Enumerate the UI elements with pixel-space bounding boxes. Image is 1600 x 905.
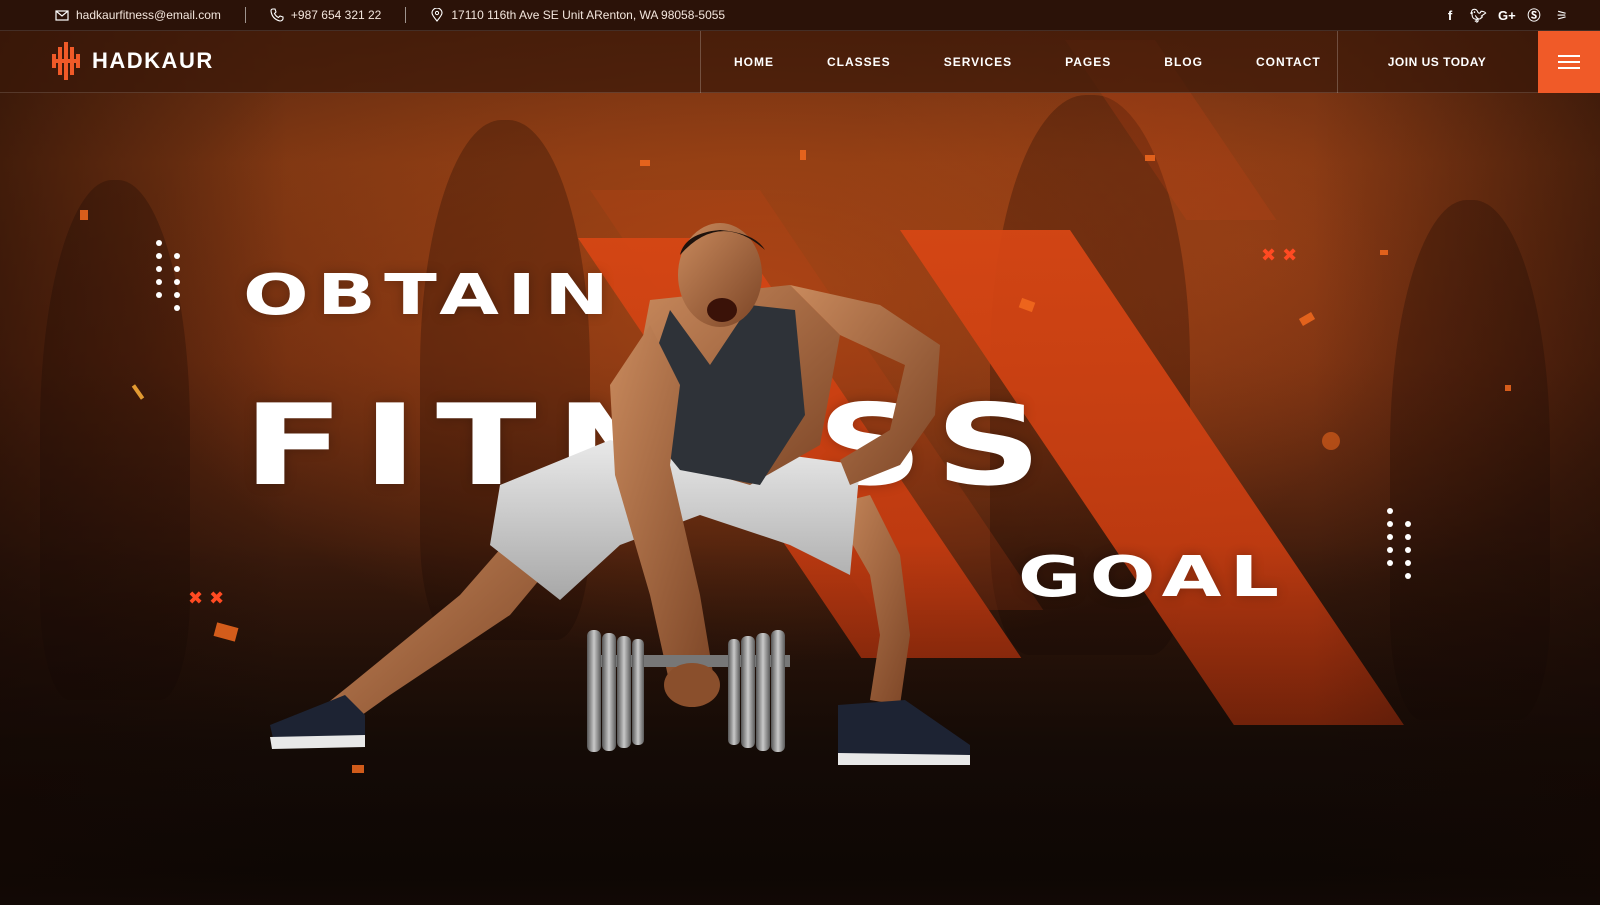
ember-particle: [1145, 155, 1155, 161]
logo-text: HADKAUR: [92, 48, 214, 73]
hero-page: ✖✖ ✖✖ OBTAIN FITNESS GOAL: [0, 0, 1600, 905]
ember-particle: [1380, 250, 1388, 255]
nav-item-blog[interactable]: BLOG: [1138, 55, 1230, 69]
divider: [244, 7, 246, 23]
phone-text[interactable]: +987 654 321 22: [291, 8, 381, 22]
join-us-button[interactable]: JOIN US TODAY: [1337, 31, 1537, 93]
ember-particle: [800, 150, 806, 160]
email-text[interactable]: hadkaurfitness@email.com: [76, 8, 221, 22]
bottom-shade: [0, 871, 1600, 905]
ember-particle: [1322, 432, 1340, 450]
top-info-bar: hadkaurfitness@email.com +987 654 321 22…: [0, 0, 1600, 31]
hero-line-goal: GOAL: [1018, 545, 1288, 610]
nav-item-contact[interactable]: CONTACT: [1229, 55, 1347, 69]
site-logo[interactable]: HADKAUR: [50, 42, 214, 80]
address-text: 17110 116th Ave SE Unit ARenton, WA 9805…: [451, 8, 726, 22]
phone-icon: [270, 8, 284, 22]
location-pin-icon: [431, 8, 443, 22]
skype-icon[interactable]: Ⓢ: [1526, 8, 1542, 23]
mail-icon: [55, 10, 69, 21]
ember-particle: [640, 160, 650, 166]
email-item[interactable]: hadkaurfitness@email.com: [55, 8, 221, 22]
google-plus-icon[interactable]: G+: [1498, 8, 1516, 23]
ember-particle: [80, 210, 88, 220]
decorative-crosses: ✖✖: [1261, 245, 1304, 265]
divider: [405, 7, 407, 23]
logo-icon: [52, 42, 80, 80]
main-navigation: HADKAUR HOME CLASSES SERVICES PAGES BLOG…: [0, 31, 1600, 93]
nav-item-pages[interactable]: PAGES: [1039, 55, 1138, 69]
nav-item-services[interactable]: SERVICES: [917, 55, 1038, 69]
decorative-dots: [156, 240, 183, 311]
athlete-image: [270, 223, 970, 765]
nav-item-classes[interactable]: CLASSES: [801, 55, 918, 69]
ember-particle: [1505, 385, 1511, 391]
rss-icon[interactable]: ⚞: [1554, 8, 1570, 23]
decorative-dots: [1387, 508, 1414, 579]
decorative-crosses: ✖✖: [188, 588, 231, 608]
address-item: 17110 116th Ave SE Unit ARenton, WA 9805…: [430, 8, 725, 22]
nav-item-home[interactable]: HOME: [701, 55, 801, 69]
nav-menu: HOME CLASSES SERVICES PAGES BLOG CONTACT: [701, 31, 1347, 93]
twitter-icon[interactable]: 🐦︎: [1470, 8, 1487, 23]
hamburger-icon[interactable]: [1538, 31, 1600, 93]
phone-item[interactable]: +987 654 321 22: [270, 8, 381, 22]
social-links: f 🐦︎ G+ Ⓢ ⚞: [1442, 8, 1570, 23]
facebook-icon[interactable]: f: [1442, 8, 1458, 23]
